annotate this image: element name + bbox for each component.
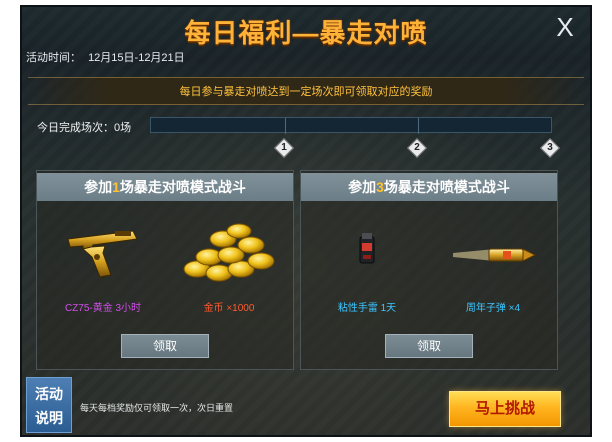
reward-item-name: CZ75-黄金 3小时	[64, 303, 142, 314]
reward-item-name: 粘性手雷 1天	[337, 303, 397, 314]
claim-button[interactable]: 领取	[385, 334, 473, 358]
today-completed-label: 今日完成场次：0场	[37, 122, 132, 134]
reward-item: CZ75-黄金 3小时	[43, 209, 163, 319]
event-time-label: 活动时间：	[26, 52, 81, 64]
event-time-row: 活动时间： 12月15日-12月21日	[26, 49, 189, 65]
milestone-marker-1: 1	[274, 138, 294, 158]
milestone-marker-3: 3	[540, 138, 560, 158]
progress-tick	[418, 118, 419, 134]
sticky-grenade-icon	[359, 233, 375, 264]
reward-item: 金币 ×1000	[169, 209, 289, 319]
progress-tick	[285, 118, 286, 134]
golden-pistol-icon	[67, 230, 138, 278]
dialog-title: 每日福利—暴走对喷	[184, 18, 428, 48]
header-prefix: 参加	[348, 179, 377, 195]
header-suffix: 场暴走对喷模式战斗	[119, 179, 246, 195]
milestone-number: 1	[281, 142, 287, 153]
header-prefix: 参加	[84, 179, 113, 195]
daily-welfare-dialog: 每日福利—暴走对喷 X 活动时间： 12月15日-12月21日 每日参与暴走对喷…	[20, 5, 592, 437]
milestone-number: 3	[547, 142, 553, 153]
reward-item-name: 金币 ×1000	[203, 303, 255, 314]
header-count: 3	[376, 179, 384, 195]
header-count: 1	[112, 179, 120, 195]
claim-button[interactable]: 领取	[121, 334, 209, 358]
reward-item: 周年子弹 ×4	[433, 209, 553, 319]
reward-card-3-matches: 参加3场暴走对喷模式战斗 粘性手雷 1天 周年子弹 ×4 领取	[300, 170, 558, 370]
milestone-marker-2: 2	[407, 138, 427, 158]
explain-line-2: 说明	[35, 410, 63, 426]
event-explanation-button[interactable]: 活动 说明	[26, 377, 72, 433]
reward-card-1-match: 参加1场暴走对喷模式战斗 CZ75-黄金 3小时 金币 ×1000 领取	[36, 170, 294, 370]
reward-card-header: 参加3场暴走对喷模式战斗	[301, 173, 557, 201]
header-suffix: 场暴走对喷模式战斗	[383, 179, 510, 195]
reward-item: 粘性手雷 1天	[307, 209, 427, 319]
milestone-number: 2	[414, 142, 420, 153]
progress-bar	[150, 117, 552, 134]
gold-coins-icon	[183, 223, 275, 282]
anniversary-bullet-icon	[453, 248, 537, 262]
event-description-banner: 每日参与暴走对喷达到一定场次即可领取对应的奖励	[28, 77, 584, 105]
reward-card-header: 参加1场暴走对喷模式战斗	[37, 173, 293, 201]
challenge-now-button[interactable]: 马上挑战	[449, 391, 561, 427]
reward-item-name: 周年子弹 ×4	[465, 303, 521, 314]
close-button[interactable]: X	[552, 13, 578, 41]
reset-note: 每天每档奖励仅可领取一次，次日重置	[80, 403, 234, 413]
explain-line-1: 活动	[35, 386, 63, 402]
event-time-range: 12月15日-12月21日	[88, 52, 185, 64]
